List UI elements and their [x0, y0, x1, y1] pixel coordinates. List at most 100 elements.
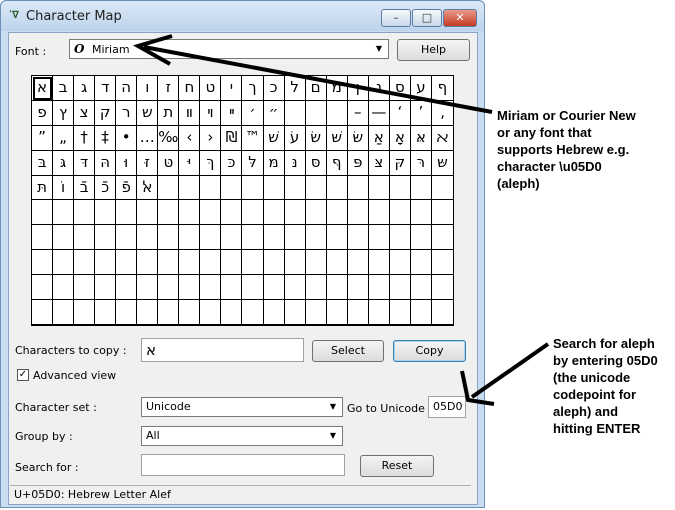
character-cell[interactable] — [116, 225, 138, 251]
character-cell[interactable]: ףּ — [326, 150, 348, 176]
character-cell[interactable]: וֹ — [53, 175, 75, 201]
character-cell[interactable]: שּ — [431, 151, 453, 176]
character-cell[interactable] — [200, 300, 222, 325]
character-cell[interactable]: וּ — [116, 150, 138, 176]
character-cell[interactable] — [326, 250, 348, 276]
character-cell[interactable] — [242, 225, 264, 251]
character-cell[interactable]: גּ — [53, 150, 75, 176]
character-cell[interactable] — [116, 200, 138, 226]
character-cell[interactable] — [347, 225, 369, 251]
character-cell[interactable]: קּ — [389, 150, 411, 176]
character-cell[interactable] — [221, 225, 243, 251]
character-cell[interactable]: פ — [32, 100, 54, 126]
group-by-dropdown[interactable]: All ▼ — [141, 426, 343, 446]
character-cell[interactable]: ‹ — [179, 125, 201, 151]
character-cell[interactable] — [32, 300, 54, 325]
character-cell[interactable] — [326, 225, 348, 251]
character-cell[interactable]: צ — [74, 100, 96, 126]
character-cell[interactable] — [137, 225, 159, 251]
character-cell[interactable]: ח — [179, 76, 201, 101]
character-cell[interactable] — [179, 300, 201, 325]
character-cell[interactable] — [410, 300, 432, 325]
character-cell[interactable]: ךּ — [200, 150, 222, 176]
character-cell[interactable] — [263, 275, 285, 301]
character-cell[interactable] — [95, 225, 117, 251]
character-cell[interactable]: שׁ — [263, 125, 285, 151]
character-cell[interactable] — [431, 250, 453, 276]
character-cell[interactable] — [221, 250, 243, 276]
character-cell[interactable]: נּ — [284, 150, 306, 176]
character-cell[interactable] — [242, 175, 264, 201]
character-cell[interactable] — [179, 200, 201, 226]
character-cell[interactable] — [32, 200, 54, 226]
character-cell[interactable]: – — [347, 100, 369, 126]
character-cell[interactable]: מ — [326, 76, 348, 101]
character-cell[interactable] — [368, 175, 390, 201]
character-cell[interactable]: › — [200, 125, 222, 151]
character-cell[interactable] — [389, 225, 411, 251]
character-cell[interactable] — [326, 300, 348, 325]
character-cell[interactable] — [263, 200, 285, 226]
character-set-dropdown[interactable]: Unicode ▼ — [141, 397, 343, 417]
character-cell[interactable] — [326, 200, 348, 226]
character-cell[interactable] — [221, 275, 243, 301]
character-cell[interactable] — [368, 275, 390, 301]
character-cell[interactable]: ‰ — [158, 125, 180, 151]
character-cell[interactable] — [179, 175, 201, 201]
character-cell[interactable] — [389, 200, 411, 226]
character-cell[interactable] — [410, 200, 432, 226]
character-cell[interactable] — [53, 250, 75, 276]
character-cell[interactable]: … — [137, 125, 159, 151]
character-cell[interactable]: פּ — [347, 150, 369, 176]
character-cell[interactable] — [305, 225, 327, 251]
character-cell[interactable] — [326, 275, 348, 301]
character-cell[interactable] — [179, 275, 201, 301]
character-cell[interactable] — [305, 100, 327, 126]
character-cell[interactable]: מּ — [263, 150, 285, 176]
character-cell[interactable]: † — [74, 125, 96, 151]
character-cell[interactable]: ז — [158, 76, 180, 101]
title-bar[interactable]: ʹ∇ Character Map – □ ✕ — [1, 1, 484, 31]
character-cell[interactable]: עׂ — [284, 125, 306, 151]
character-cell[interactable] — [305, 175, 327, 201]
character-cell[interactable] — [431, 300, 453, 325]
character-cell[interactable] — [74, 225, 96, 251]
character-cell[interactable]: ש — [137, 100, 159, 126]
character-cell[interactable]: כּ — [221, 150, 243, 176]
character-cell[interactable]: ײ — [221, 100, 243, 126]
character-cell[interactable]: תּ — [32, 175, 54, 201]
help-button[interactable]: Help — [397, 39, 470, 61]
character-cell[interactable] — [137, 200, 159, 226]
character-cell[interactable]: ת — [158, 100, 180, 126]
character-cell[interactable]: װ — [179, 100, 201, 126]
character-cell[interactable] — [431, 275, 453, 301]
character-cell[interactable]: ץ — [53, 100, 75, 126]
character-cell[interactable] — [326, 100, 348, 126]
character-cell[interactable] — [431, 176, 453, 201]
character-cell[interactable] — [221, 300, 243, 325]
character-cell[interactable] — [95, 200, 117, 226]
character-cell[interactable]: שׂ — [305, 125, 327, 151]
character-cell[interactable] — [53, 300, 75, 325]
minimize-button[interactable]: – — [381, 9, 411, 27]
character-cell[interactable] — [326, 175, 348, 201]
character-cell[interactable] — [284, 175, 306, 201]
character-cell[interactable] — [347, 250, 369, 276]
character-cell[interactable] — [74, 250, 96, 276]
character-cell[interactable] — [74, 275, 96, 301]
character-cell[interactable] — [389, 250, 411, 276]
character-cell[interactable]: סּ — [305, 150, 327, 176]
character-cell[interactable] — [200, 175, 222, 201]
character-cell[interactable] — [116, 300, 138, 325]
character-cell[interactable]: נ — [368, 76, 390, 101]
character-cell[interactable] — [137, 300, 159, 325]
character-cell[interactable] — [32, 225, 54, 251]
character-cell[interactable] — [347, 175, 369, 201]
character-cell[interactable] — [347, 200, 369, 226]
character-cell[interactable] — [284, 250, 306, 276]
character-cell[interactable] — [263, 225, 285, 251]
search-for-input[interactable] — [141, 454, 345, 476]
character-cell[interactable]: בֿ — [74, 175, 96, 201]
character-cell[interactable]: דּ — [74, 150, 96, 176]
character-cell[interactable] — [347, 275, 369, 301]
